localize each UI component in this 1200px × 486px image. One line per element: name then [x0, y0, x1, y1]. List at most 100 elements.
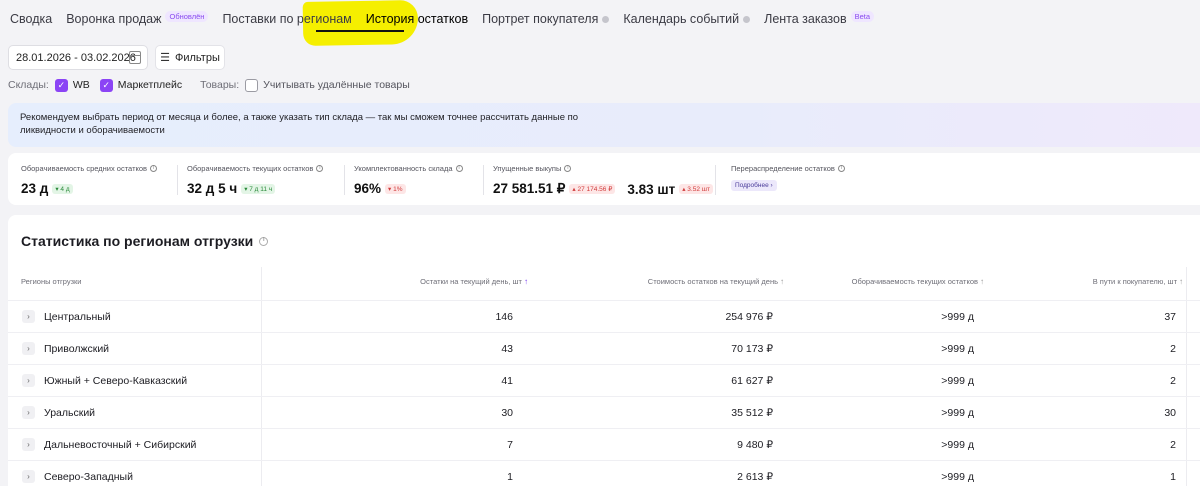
wb-checkbox[interactable]: ✓ [54, 78, 68, 92]
region-name: Уральский [44, 407, 96, 419]
updated-badge: Обновлён [165, 10, 209, 22]
goods-label: Товары: [200, 79, 240, 91]
active-tab-underline [316, 30, 404, 32]
table-row[interactable]: › Южный + Северо-Кавказский 41 61 627 ₽ … [8, 364, 1200, 396]
turnover-cell: >999 д [941, 311, 974, 323]
info-icon[interactable]: i [259, 236, 269, 246]
stat-value: 27 581.51 ₽ [493, 181, 566, 196]
region-name: Северо-Западный [44, 471, 133, 483]
delta-badge: ▾ 1% [385, 183, 406, 194]
stock-cell: 43 [501, 343, 513, 355]
turnover-cell: >999 д [941, 439, 974, 451]
marketplace-label: Маркетплейс [117, 79, 183, 91]
stat-label: Укомплектованность склада [354, 164, 453, 173]
info-icon[interactable]: i [455, 165, 463, 172]
dot-icon [743, 15, 751, 23]
tab-buyer-portrait[interactable]: Портрет покупателя [482, 0, 610, 38]
tab-supplies-by-region[interactable]: Поставки по регионам [222, 0, 351, 38]
transit-cell: 1 [1170, 471, 1176, 483]
tab-summary[interactable]: Сводка [10, 0, 52, 38]
stat-label: Упущенные выкупы [493, 164, 562, 173]
stat-redistribution: Перераспределение остатков i Подробнее › [731, 164, 845, 192]
column-cost[interactable]: Стоимость остатков на текущий день ↑ [648, 277, 784, 286]
stock-cell: 41 [501, 375, 513, 387]
delta-badge: ▴ 27 174.56 ₽ [569, 184, 616, 194]
date-range-value: 28.01.2026 - 03.02.2026 [16, 51, 136, 64]
expand-chevron-icon[interactable]: › [22, 438, 35, 451]
sort-up-icon: ↑ [1179, 277, 1183, 286]
expand-chevron-icon[interactable]: › [22, 406, 35, 419]
stat-value: 23 д [21, 181, 49, 196]
table-row[interactable]: › Северо-Западный 1 2 613 ₽ >999 д 1 [8, 460, 1200, 486]
table-row[interactable]: › Приволжский 43 70 173 ₽ >999 д 2 [8, 332, 1200, 364]
cost-cell: 9 480 ₽ [737, 439, 773, 451]
expand-chevron-icon[interactable]: › [22, 374, 35, 387]
turnover-cell: >999 д [941, 343, 974, 355]
column-transit-label: В пути к покупателю, шт [1092, 277, 1177, 286]
column-stock[interactable]: Остатки на текущий день, шт ↑ [420, 277, 528, 286]
tab-sales-funnel[interactable]: Воронка продаж Обновлён [66, 0, 209, 38]
tab-stock-history[interactable]: История остатков [366, 0, 468, 38]
info-icon[interactable]: i [564, 165, 572, 172]
column-transit[interactable]: В пути к покупателю, шт ↑ [1093, 277, 1183, 286]
region-name: Южный + Северо-Кавказский [44, 375, 188, 387]
turnover-cell: >999 д [941, 407, 974, 419]
calendar-icon [129, 51, 141, 64]
table-row[interactable]: › Уральский 30 35 512 ₽ >999 д 30 [8, 396, 1200, 428]
transit-cell: 2 [1170, 375, 1176, 387]
transit-cell: 2 [1170, 343, 1176, 355]
info-banner: Рекомендуем выбрать период от месяца и б… [8, 103, 1200, 147]
deleted-goods-checkbox[interactable] [245, 78, 259, 92]
stat-label: Оборачиваемость текущих остатков [187, 164, 314, 173]
marketplace-checkbox[interactable]: ✓ [99, 78, 113, 92]
filters-button[interactable]: ☰ Фильтры [155, 45, 225, 70]
table-row[interactable]: › Центральный 146 254 976 ₽ >999 д 37 [8, 300, 1200, 332]
expand-chevron-icon[interactable]: › [22, 470, 35, 483]
stock-cell: 1 [507, 471, 513, 483]
divider [344, 165, 345, 195]
delta-badge: ▾ 4 д [52, 183, 73, 194]
stat-lost-buyouts: Упущенные выкупы i 27 581.51 ₽ ▴ 27 174.56… [493, 164, 713, 197]
table-row[interactable]: › Дальневосточный + Сибирский 7 9 480 ₽ … [8, 428, 1200, 460]
expand-chevron-icon[interactable]: › [22, 342, 35, 355]
stat-warehouse-fill: Укомплектованность склада i 96% ▾ 1% [354, 164, 463, 196]
tab-events-calendar[interactable]: Календарь событий [623, 0, 751, 38]
delta-badge: ▾ 7 д 11 ч [241, 183, 276, 194]
deleted-goods-label: Учитывать удалённые товары [263, 79, 410, 91]
expand-chevron-icon[interactable]: › [22, 310, 35, 323]
date-range-picker[interactable]: 28.01.2026 - 03.02.2026 [8, 45, 148, 70]
details-button[interactable]: Подробнее › [731, 180, 777, 191]
stat-value: 32 д 5 ч [187, 181, 238, 196]
divider [483, 165, 484, 195]
column-turnover[interactable]: Оборачиваемость текущих остатков ↑ [852, 277, 984, 286]
cost-cell: 254 976 ₽ [725, 311, 773, 323]
tab-orders-feed[interactable]: Лента заказов Beta [764, 0, 875, 38]
column-region: Регионы отгрузки [21, 277, 82, 286]
info-icon[interactable]: i [150, 165, 158, 172]
stock-cell: 146 [495, 311, 513, 323]
warehouses-label: Склады: [8, 79, 49, 91]
column-turnover-label: Оборачиваемость текущих остатков [851, 277, 978, 286]
transit-cell: 37 [1164, 311, 1176, 323]
card-title-text: Статистика по регионам отгрузки [21, 233, 254, 249]
region-name: Приволжский [44, 343, 110, 355]
stat-value-secondary: 3.83 шт [627, 181, 676, 197]
divider [177, 165, 178, 195]
turnover-cell: >999 д [941, 375, 974, 387]
sort-up-icon: ↑ [780, 277, 784, 286]
region-stats-card: Статистика по регионам отгрузки i Регион… [8, 215, 1200, 486]
region-name: Дальневосточный + Сибирский [44, 439, 197, 451]
divider [715, 165, 716, 195]
stat-avg-turnover: Оборачиваемость средних остатков i 23 д ▾ … [21, 164, 158, 196]
cost-cell: 70 173 ₽ [731, 343, 773, 355]
info-icon[interactable]: i [837, 165, 845, 172]
stat-label: Оборачиваемость средних остатков [21, 164, 148, 173]
info-icon[interactable]: i [316, 165, 324, 172]
region-name: Центральный [44, 311, 111, 323]
stats-panel: Оборачиваемость средних остатков i 23 д ▾ … [8, 153, 1200, 205]
transit-cell: 30 [1164, 407, 1176, 419]
transit-cell: 2 [1170, 439, 1176, 451]
sort-up-icon: ↑ [524, 277, 528, 286]
card-title: Статистика по регионам отгрузки i [21, 233, 269, 249]
turnover-cell: >999 д [941, 471, 974, 483]
